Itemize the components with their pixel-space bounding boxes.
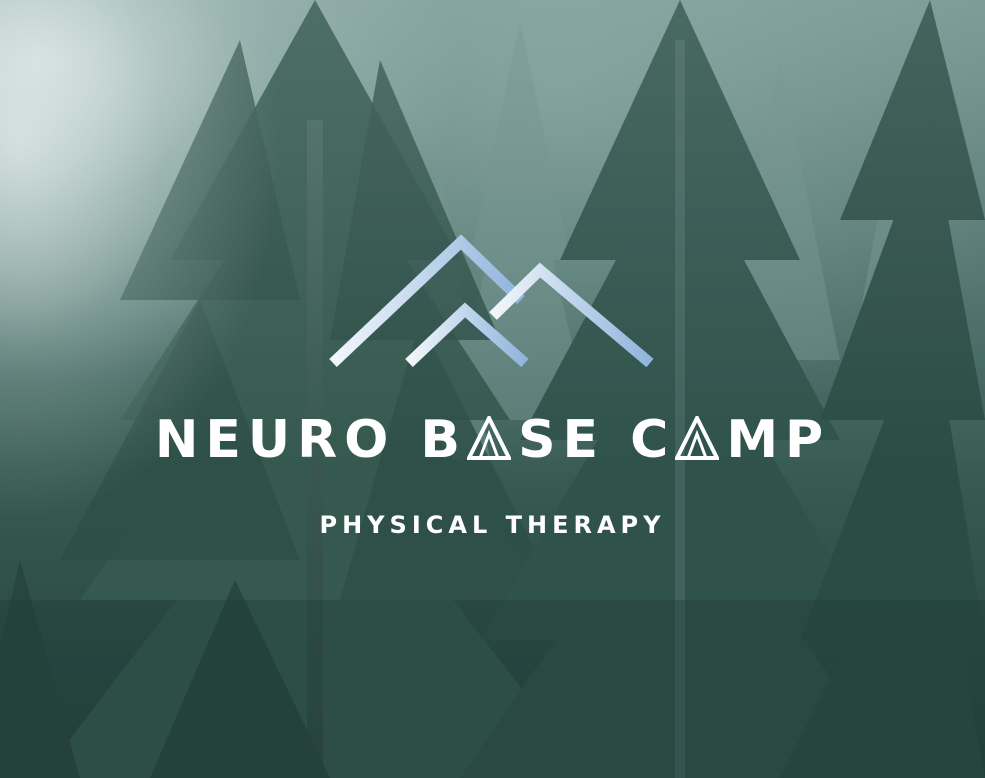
tent-a-icon <box>467 416 512 460</box>
hero-background: NEURO B SE C MP PHYSICAL THERAPY <box>0 0 985 778</box>
brand-name: NEURO B SE C MP <box>0 408 985 472</box>
tagline: PHYSICAL THERAPY <box>319 511 666 539</box>
brand-name-part-3: MP <box>726 410 831 470</box>
brand-name-part-1: NEURO B <box>154 410 468 470</box>
brand-name-part-2: SE C <box>518 410 676 470</box>
brand-logo: NEURO B SE C MP PHYSICAL THERAPY <box>0 0 985 778</box>
tent-a-icon <box>675 416 720 460</box>
mountain-logo-icon <box>329 234 654 368</box>
